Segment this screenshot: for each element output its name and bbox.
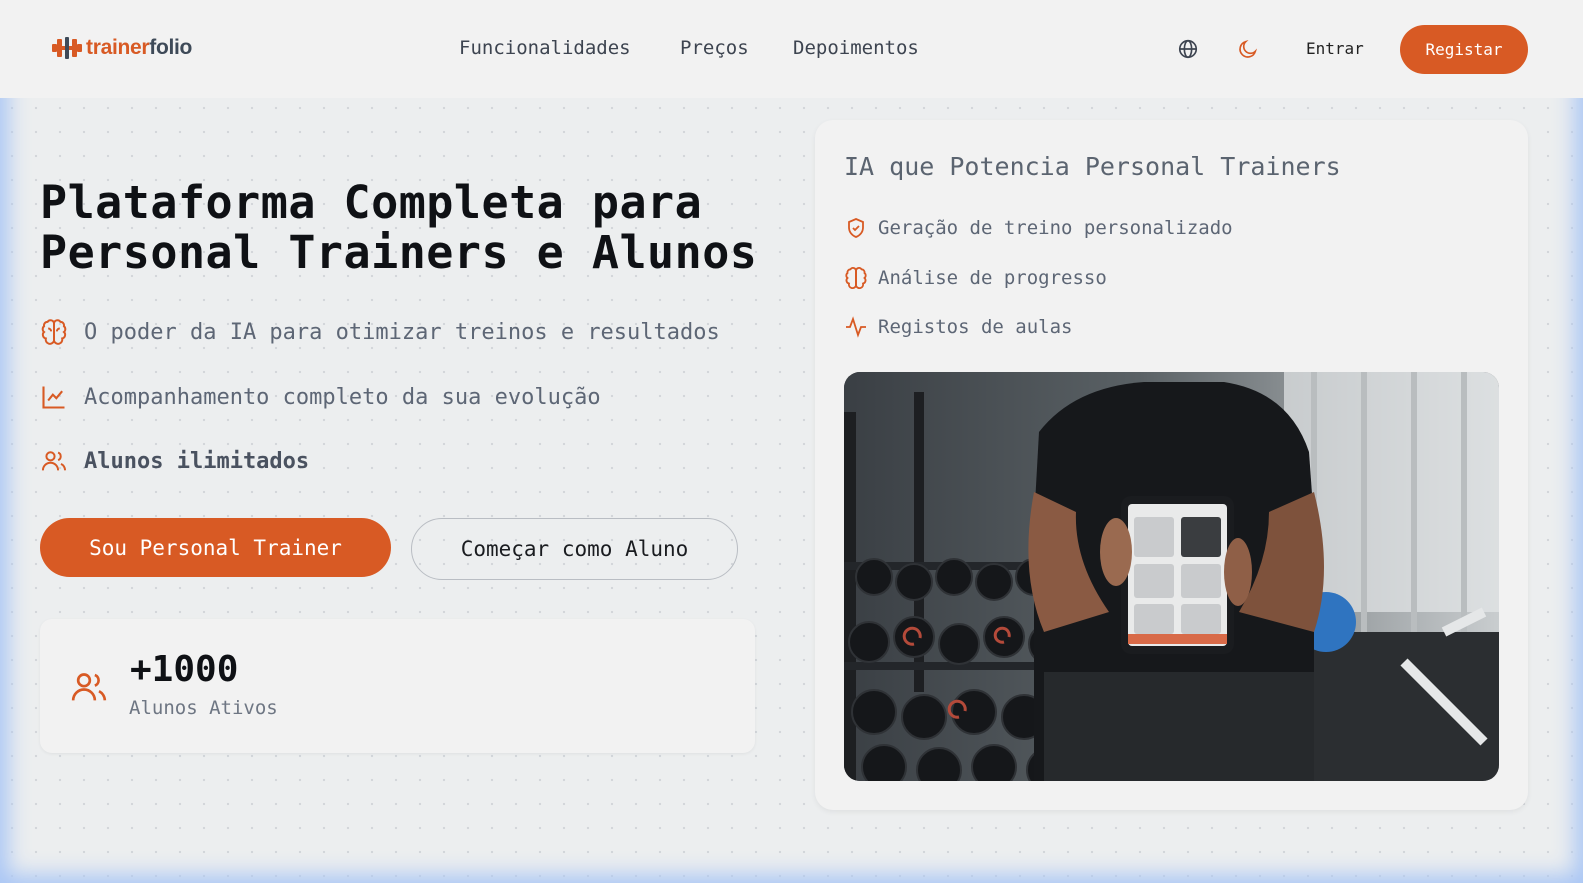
gym-photo-illustration: [844, 372, 1499, 781]
active-students-card: +1000 Alunos Ativos: [40, 619, 755, 753]
nav-link-depoimentos[interactable]: Depoimentos: [793, 37, 919, 59]
nav-link-funcionalidades[interactable]: Funcionalidades: [459, 37, 631, 59]
page: trainerfolio Funcionalidades Preços Depo…: [0, 0, 1583, 883]
nav-link-precos[interactable]: Preços: [680, 37, 749, 59]
users-icon: [41, 451, 67, 471]
ai-feature-workout: Geração de treino personalizado: [844, 216, 1233, 240]
ai-features-card: IA que Potencia Personal Trainers Geraçã…: [815, 120, 1528, 810]
moon-icon[interactable]: [1237, 38, 1259, 60]
globe-icon[interactable]: [1177, 38, 1199, 60]
users-icon: [71, 673, 107, 701]
hero-feature-text: Acompanhamento completo da sua evolução: [84, 384, 601, 410]
dumbbell-logo-icon: [52, 37, 82, 59]
ai-feature-classes: Registos de aulas: [844, 315, 1072, 339]
hero-title: Plataforma Completa para Personal Traine…: [40, 178, 757, 278]
activity-icon: [846, 316, 866, 338]
hero-feature-tracking: Acompanhamento completo da sua evolução: [40, 383, 601, 411]
brand-logo[interactable]: trainerfolio: [52, 34, 192, 62]
ai-feature-text: Registos de aulas: [878, 316, 1073, 338]
top-navbar: trainerfolio Funcionalidades Preços Depo…: [0, 0, 1583, 98]
register-button[interactable]: Registar: [1400, 25, 1528, 74]
stats-label: Alunos Ativos: [129, 697, 278, 719]
hero-feature-unlimited: Alunos ilimitados: [40, 447, 309, 475]
hero-title-line-1: Plataforma Completa para: [40, 176, 703, 229]
personal-trainer-cta-button[interactable]: Sou Personal Trainer: [40, 518, 391, 577]
brain-icon: [845, 267, 867, 290]
ai-feature-text: Geração de treino personalizado: [878, 217, 1233, 239]
login-button[interactable]: Entrar: [1306, 39, 1364, 58]
hero-title-line-2: Personal Trainers e Alunos: [40, 226, 758, 279]
shield-check-icon: [848, 218, 864, 238]
trainer-tablet-photo: [844, 372, 1499, 781]
brand-name: trainerfolio: [86, 36, 193, 59]
ai-card-title: IA que Potencia Personal Trainers: [844, 152, 1341, 181]
ai-feature-progress: Análise de progresso: [844, 266, 1107, 290]
hero-feature-text: Alunos ilimitados: [84, 448, 310, 474]
hero-feature-text: O poder da IA para otimizar treinos e re…: [84, 319, 720, 345]
ai-feature-text: Análise de progresso: [878, 267, 1107, 289]
student-cta-button[interactable]: Começar como Aluno: [411, 518, 738, 580]
stats-value: +1000: [130, 649, 239, 690]
line-chart-icon: [42, 386, 65, 409]
hero-feature-ai: O poder da IA para otimizar treinos e re…: [40, 318, 720, 346]
brain-icon: [41, 319, 67, 345]
